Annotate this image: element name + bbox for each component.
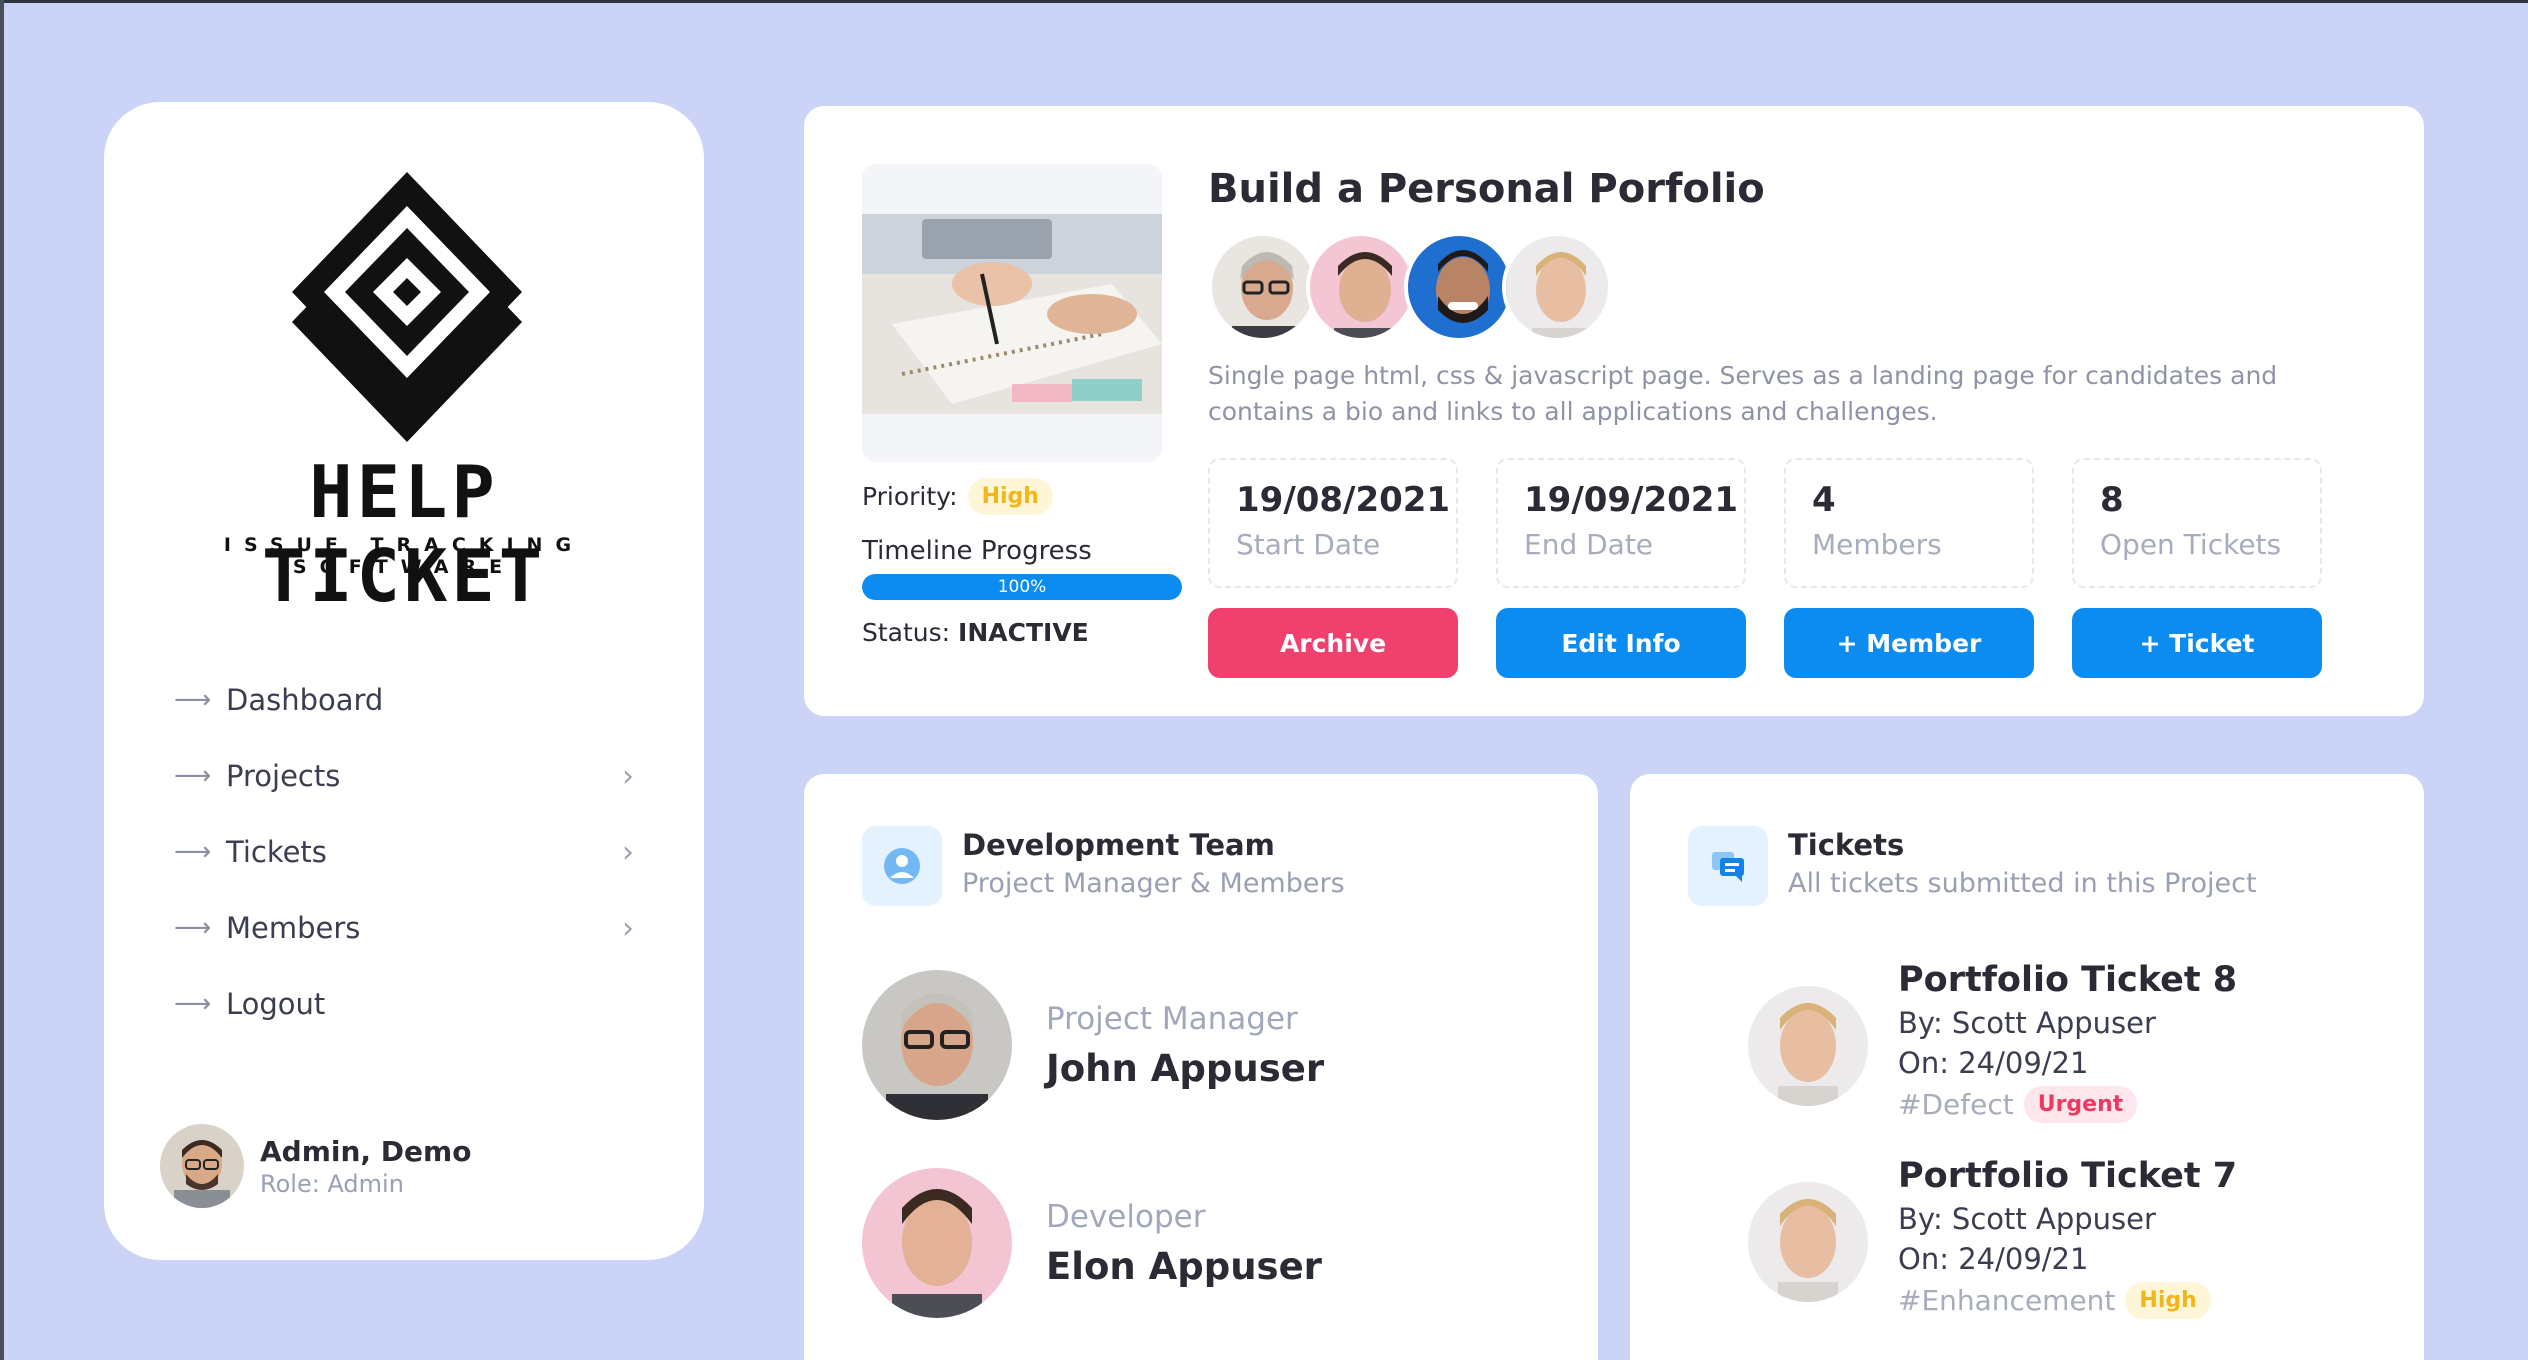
avatar[interactable] (1208, 232, 1318, 342)
status-value: INACTIVE (958, 618, 1089, 647)
member-name: John Appuser (1046, 1046, 1325, 1090)
ticket-author: By: Scott Appuser (1898, 1006, 2156, 1040)
sidebar-item-label: Members (226, 911, 361, 945)
sidebar: HELP TICKET ISSUE TRACKING SOFTWARE ⟶ Da… (104, 102, 704, 1260)
timeline-label: Timeline Progress (862, 536, 1092, 566)
ticket-date: On: 24/09/21 (1898, 1242, 2089, 1276)
sidebar-item-logout[interactable]: ⟶ Logout (174, 966, 634, 1042)
arrow-right-icon: ⟶ (174, 913, 212, 943)
stat-label: Members (1812, 528, 1942, 561)
team-member[interactable]: Developer Elon Appuser (862, 1168, 1322, 1318)
user-icon (862, 826, 942, 906)
sidebar-item-label: Projects (226, 759, 341, 793)
avatar[interactable] (1502, 232, 1612, 342)
tickets-card: Tickets All tickets submitted in this Pr… (1630, 774, 2424, 1360)
sidebar-item-label: Dashboard (226, 683, 384, 717)
avatar (862, 970, 1012, 1120)
stat-open-tickets: 8 Open Tickets (2072, 458, 2322, 588)
user-name: Admin, Demo (260, 1134, 472, 1168)
sidebar-item-members[interactable]: ⟶ Members › (174, 890, 634, 966)
sidebar-item-tickets[interactable]: ⟶ Tickets › (174, 814, 634, 890)
stat-value: 19/09/2021 (1524, 480, 1739, 520)
stat-value: 8 (2100, 480, 2124, 520)
brand-logo: HELP TICKET ISSUE TRACKING SOFTWARE (174, 172, 634, 642)
team-member[interactable]: Project Manager John Appuser (862, 970, 1324, 1120)
stat-end-date: 19/09/2021 End Date (1496, 458, 1746, 588)
add-member-button[interactable]: + Member (1784, 608, 2034, 678)
sidebar-item-projects[interactable]: ⟶ Projects › (174, 738, 634, 814)
sidebar-item-label: Tickets (226, 835, 327, 869)
edit-info-button[interactable]: Edit Info (1496, 608, 1746, 678)
timeline-progress-bar: 100% (862, 574, 1182, 600)
tickets-subtitle: All tickets submitted in this Project (1788, 868, 2257, 899)
ticket-tags: #Defect Urgent (1898, 1086, 2237, 1123)
member-name: Elon Appuser (1046, 1244, 1322, 1288)
stat-label: Start Date (1236, 528, 1381, 561)
priority-badge: Urgent (2023, 1086, 2138, 1123)
sidebar-nav: ⟶ Dashboard ⟶ Projects › ⟶ Tickets › ⟶ M… (174, 662, 634, 1042)
ticket-tags: #Enhancement High (1898, 1282, 2237, 1319)
status-label: Status: (862, 618, 951, 647)
project-actions: Archive Edit Info + Member + Ticket (1208, 608, 2360, 678)
priority-label: Priority: (862, 482, 958, 511)
arrow-right-icon: ⟶ (174, 685, 212, 715)
stat-members: 4 Members (1784, 458, 2034, 588)
diamond-logo-icon (292, 172, 522, 442)
ticket-title: Portfolio Ticket 8 (1898, 960, 2238, 1000)
avatar (160, 1124, 244, 1208)
chat-icon (1688, 826, 1768, 906)
stat-value: 19/08/2021 (1236, 480, 1451, 520)
ticket-type: #Defect (1898, 1088, 2014, 1121)
ticket-item[interactable]: Portfolio Ticket 7 By: Scott Appuser On:… (1748, 1156, 2237, 1319)
ticket-item[interactable]: Portfolio Ticket 8 By: Scott Appuser On:… (1748, 960, 2237, 1123)
team-title: Development Team (962, 828, 1275, 862)
archive-button[interactable]: Archive (1208, 608, 1458, 678)
sidebar-item-dashboard[interactable]: ⟶ Dashboard (174, 662, 634, 738)
avatar (1748, 986, 1868, 1106)
chevron-right-icon: › (622, 910, 634, 946)
project-thumbnail (862, 164, 1162, 462)
priority-badge: High (2125, 1282, 2211, 1319)
sidebar-item-label: Logout (226, 987, 326, 1021)
user-role: Role: Admin (260, 1169, 404, 1198)
member-role: Developer (1046, 1198, 1206, 1235)
ticket-type: #Enhancement (1898, 1284, 2116, 1317)
project-title: Build a Personal Porfolio (1208, 166, 1765, 212)
window-left-border (0, 0, 4, 1360)
priority-badge: High (967, 478, 1053, 515)
stat-label: End Date (1524, 528, 1654, 561)
member-role: Project Manager (1046, 1000, 1298, 1037)
progress-fill: 100% (862, 574, 1182, 600)
avatar (1748, 1182, 1868, 1302)
arrow-right-icon: ⟶ (174, 989, 212, 1019)
project-card: Priority: High Timeline Progress 100% St… (804, 106, 2424, 716)
chevron-right-icon: › (622, 758, 634, 794)
project-image (862, 214, 1162, 414)
member-avatars (1208, 232, 1612, 342)
add-ticket-button[interactable]: + Ticket (2072, 608, 2322, 678)
tickets-title: Tickets (1788, 828, 1905, 862)
arrow-right-icon: ⟶ (174, 837, 212, 867)
project-stats: 19/08/2021 Start Date 19/09/2021 End Dat… (1208, 458, 2360, 588)
team-card: Development Team Project Manager & Membe… (804, 774, 1598, 1360)
priority-row: Priority: High (862, 478, 1053, 515)
project-description: Single page html, css & javascript page.… (1208, 361, 2278, 426)
avatar[interactable] (1404, 232, 1514, 342)
brand-tagline: ISSUE TRACKING SOFTWARE (223, 534, 585, 578)
ticket-date: On: 24/09/21 (1898, 1046, 2089, 1080)
chevron-right-icon: › (622, 834, 634, 870)
current-user[interactable]: Admin, Demo Role: Admin (160, 1124, 471, 1208)
team-subtitle: Project Manager & Members (962, 868, 1345, 899)
arrow-right-icon: ⟶ (174, 761, 212, 791)
stat-value: 4 (1812, 480, 1836, 520)
avatar (862, 1168, 1012, 1318)
stat-label: Open Tickets (2100, 528, 2282, 561)
ticket-author: By: Scott Appuser (1898, 1202, 2156, 1236)
avatar[interactable] (1306, 232, 1416, 342)
status-row: Status: INACTIVE (862, 618, 1089, 647)
window-top-border (0, 0, 2528, 3)
stat-start-date: 19/08/2021 Start Date (1208, 458, 1458, 588)
ticket-title: Portfolio Ticket 7 (1898, 1156, 2238, 1196)
